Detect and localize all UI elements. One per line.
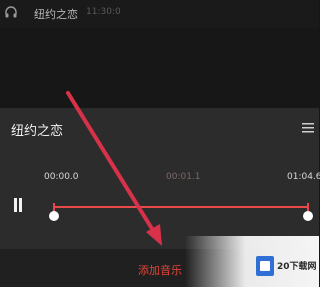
pause-icon-bar — [14, 198, 17, 212]
time-current: 00:01.1 — [166, 172, 201, 182]
watermark-logo: 20下载网 — [256, 256, 318, 280]
headphones-icon[interactable] — [4, 5, 18, 19]
pause-button[interactable] — [12, 198, 24, 212]
top-title: 纽约之恋 — [34, 8, 78, 21]
pause-icon-bar — [19, 198, 22, 212]
top-subtitle: 11:30:0 — [86, 7, 121, 17]
playlist-icon[interactable] — [301, 121, 315, 135]
add-music-button[interactable]: 添加音乐 — [138, 262, 182, 278]
watermark-icon — [256, 256, 274, 276]
top-bar: 纽约之恋 11:30:0 — [0, 0, 319, 28]
track-title: 纽约之恋 — [11, 124, 64, 139]
trim-track[interactable] — [54, 206, 309, 208]
watermark-text: 20下载网 — [277, 262, 317, 272]
time-end: 01:04.6 — [287, 172, 320, 182]
trim-end-handle[interactable] — [302, 203, 314, 225]
handle-knob — [49, 211, 59, 221]
preview-area — [0, 28, 319, 108]
time-start: 00:00.0 — [44, 172, 79, 182]
trim-start-handle[interactable] — [48, 203, 60, 225]
handle-knob — [303, 211, 313, 221]
